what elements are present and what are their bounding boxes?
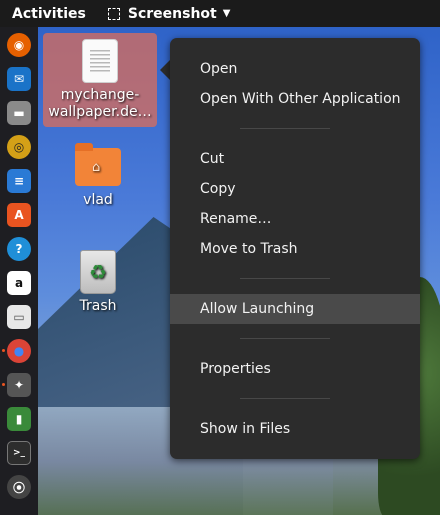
writer-icon[interactable]: ≡: [7, 169, 31, 193]
satellite-icon[interactable]: ✦: [7, 373, 31, 397]
context-menu-pointer: [160, 60, 170, 80]
desktop-icon-label: mychange-wallpaper.de…: [48, 87, 152, 120]
menu-item-copy[interactable]: Copy: [170, 174, 420, 204]
screenshot-icon: [107, 7, 120, 20]
chevron-down-icon: ▼: [222, 8, 231, 19]
document-icon: [82, 39, 118, 83]
menu-item-allow-launching[interactable]: Allow Launching: [170, 294, 420, 324]
dock: ◉ ✉ ▬ ◎ ≡ A ? a ▭ ● ✦ ▮ >_ ⦿: [0, 27, 38, 515]
app-menu-label: Screenshot: [127, 5, 217, 22]
home-folder-icon: ⌂: [75, 143, 121, 186]
menu-item-show-in-files[interactable]: Show in Files: [170, 414, 420, 444]
menu-separator: [240, 338, 330, 339]
menu-separator: [240, 278, 330, 279]
amazon-icon[interactable]: a: [7, 271, 31, 295]
context-menu: Open Open With Other Application Cut Cop…: [170, 38, 420, 459]
text-editor-icon[interactable]: ▭: [7, 305, 31, 329]
menu-item-open[interactable]: Open: [170, 54, 420, 84]
menu-item-properties[interactable]: Properties: [170, 354, 420, 384]
software-icon[interactable]: A: [7, 203, 31, 227]
desktop-icon-document[interactable]: mychange-wallpaper.de…: [43, 33, 157, 127]
thunderbird-icon[interactable]: ✉: [7, 67, 31, 91]
help-icon[interactable]: ?: [7, 237, 31, 261]
desktop-icon-label: Trash: [79, 298, 117, 314]
menu-item-cut[interactable]: Cut: [170, 144, 420, 174]
desktop-icon-home[interactable]: ⌂ vlad: [48, 143, 148, 210]
running-indicator: [2, 349, 5, 352]
activities-button[interactable]: Activities: [12, 6, 86, 22]
running-indicator: [2, 383, 5, 386]
menu-item-rename[interactable]: Rename…: [170, 204, 420, 234]
terminal-icon[interactable]: >_: [7, 441, 31, 465]
files-icon[interactable]: ▬: [7, 101, 31, 125]
trash-icon: ♻: [80, 250, 116, 294]
menu-item-move-to-trash[interactable]: Move to Trash: [170, 234, 420, 264]
app-menu-button[interactable]: Screenshot ▼: [107, 5, 231, 22]
menu-separator: [240, 398, 330, 399]
top-bar: Activities Screenshot ▼: [0, 0, 440, 27]
menu-separator: [240, 128, 330, 129]
rhythmbox-icon[interactable]: ◎: [7, 135, 31, 159]
desktop-icon-trash[interactable]: ♻ Trash: [48, 250, 148, 316]
system-monitor-icon[interactable]: ▮: [7, 407, 31, 431]
menu-item-open-with[interactable]: Open With Other Application: [170, 84, 420, 114]
app-grid-icon[interactable]: ⦿: [7, 475, 31, 499]
chrome-icon[interactable]: ●: [7, 339, 31, 363]
firefox-icon[interactable]: ◉: [7, 33, 31, 57]
desktop-icon-label: vlad: [83, 192, 113, 208]
